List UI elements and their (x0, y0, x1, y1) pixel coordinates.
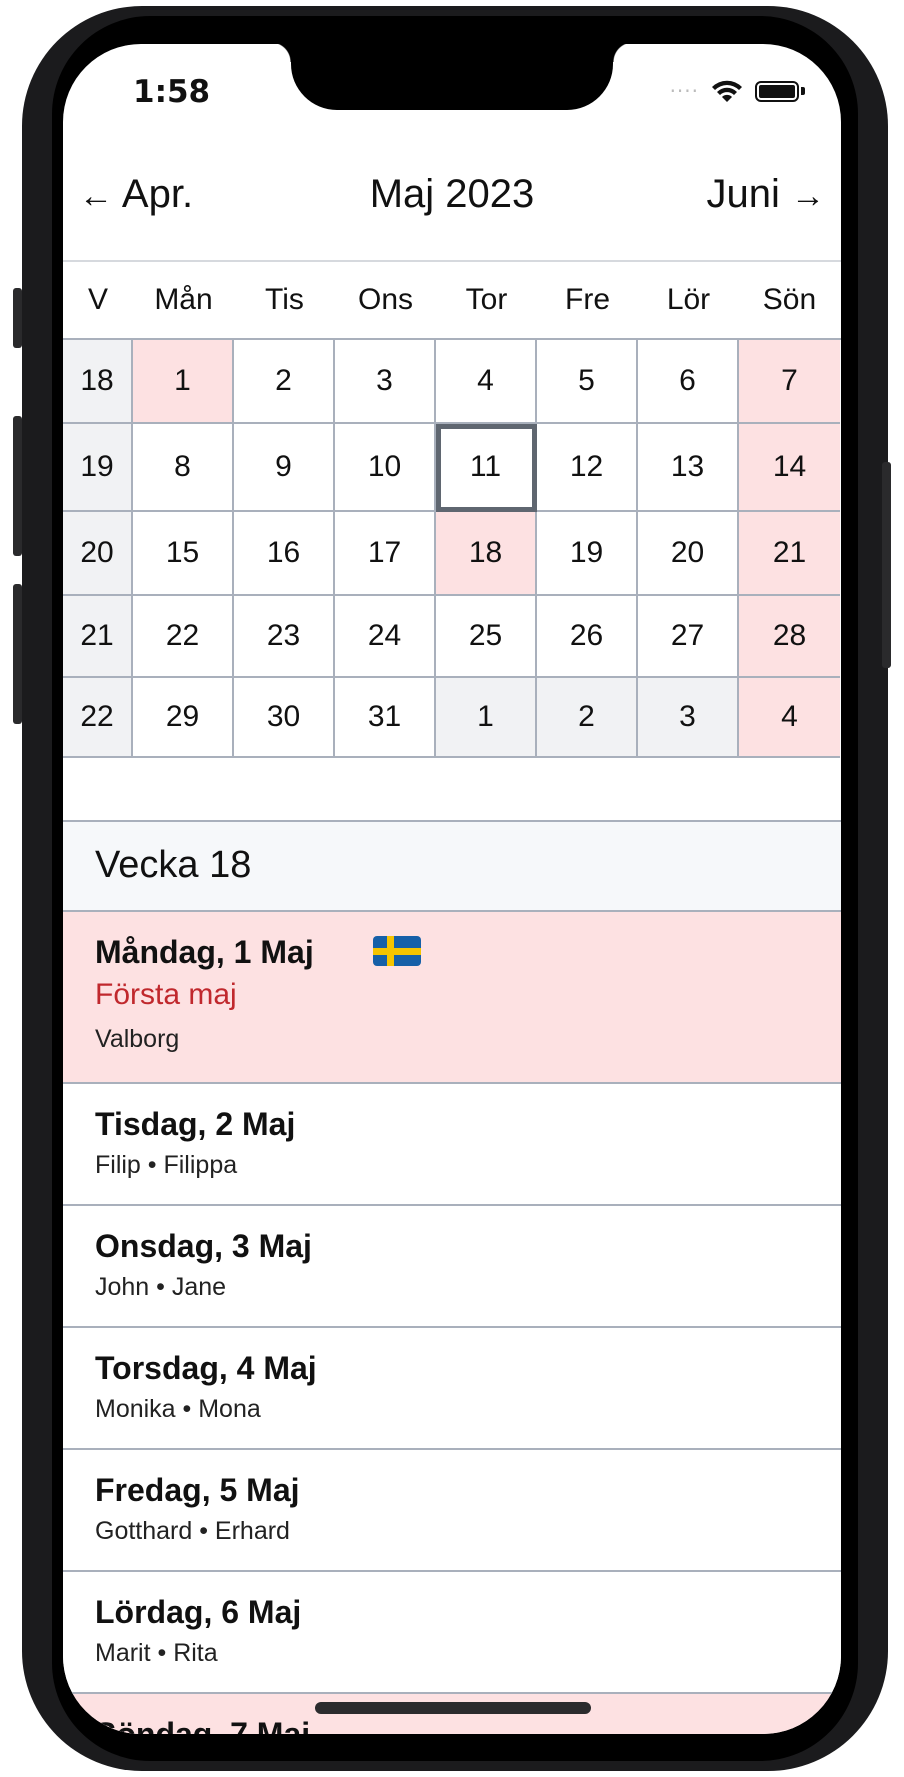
calendar-day-cell[interactable]: 23 (234, 596, 335, 678)
home-indicator[interactable] (315, 1702, 591, 1714)
calendar-week-row: 21 22 23 24 25 26 27 28 (63, 596, 841, 678)
week-number: 22 (63, 678, 133, 758)
week-number: 21 (63, 596, 133, 678)
calendar-day-cell[interactable]: 3 (335, 340, 436, 424)
calendar-day-cell[interactable]: 26 (537, 596, 638, 678)
calendar-day-cell-next-month[interactable]: 3 (638, 678, 739, 758)
week-section-header: Vecka 18 (63, 820, 841, 912)
calendar-day-cell[interactable]: 22 (133, 596, 234, 678)
day-title: Torsdag, 4 Maj (95, 1350, 317, 1386)
calendar-day-cell[interactable]: 4 (436, 340, 537, 424)
day-list: Måndag, 1 Maj Första maj Valborg Tisdag,… (63, 912, 841, 1734)
calendar-day-cell[interactable]: 28 (739, 596, 840, 678)
calendar-week-row: 19 8 9 10 11 12 13 14 (63, 424, 841, 512)
calendar-day-cell[interactable]: 14 (739, 424, 840, 512)
calendar-week-row: 20 15 16 17 18 19 20 21 (63, 512, 841, 596)
weekday-header: Ons (335, 262, 436, 338)
day-list-item[interactable]: Torsdag, 4 Maj Monika • Mona (63, 1328, 841, 1450)
holiday-name: Första maj (95, 978, 237, 1011)
calendar-day-cell-today[interactable]: 11 (436, 424, 537, 512)
status-icons: ···· (670, 78, 805, 104)
name-day: Marit • Rita (95, 1639, 218, 1667)
notch (271, 44, 633, 110)
calendar-day-cell[interactable]: 12 (537, 424, 638, 512)
status-time: 1:58 (133, 74, 211, 110)
day-list-item[interactable]: Lördag, 6 Maj Marit • Rita (63, 1572, 841, 1694)
calendar-body: 18 1 2 3 4 5 6 7 19 8 9 10 11 12 13 14 2… (63, 338, 841, 758)
weekday-header: Tor (436, 262, 537, 338)
calendar-day-cell[interactable]: 13 (638, 424, 739, 512)
calendar-day-cell-next-month[interactable]: 4 (739, 678, 840, 758)
name-day: John • Jane (95, 1273, 227, 1301)
mute-switch (13, 288, 22, 348)
calendar-grid: V Mån Tis Ons Tor Fre Lör Sön 18 1 2 3 4… (63, 262, 841, 758)
weekday-header: Tis (234, 262, 335, 338)
day-list-item[interactable]: Onsdag, 3 Maj John • Jane (63, 1206, 841, 1328)
calendar-day-cell[interactable]: 7 (739, 340, 840, 424)
name-day: Gotthard • Erhard (95, 1517, 290, 1545)
day-title: Onsdag, 3 Maj (95, 1228, 312, 1264)
calendar-day-cell-next-month[interactable]: 1 (436, 678, 537, 758)
name-day: Filip • Filippa (95, 1151, 238, 1179)
day-title: Söndag, 7 Maj (95, 1716, 311, 1734)
arrow-right-icon: → (791, 177, 825, 215)
calendar-day-cell[interactable]: 24 (335, 596, 436, 678)
calendar-day-cell[interactable]: 30 (234, 678, 335, 758)
week-number: 19 (63, 424, 133, 512)
weekday-header-row: V Mån Tis Ons Tor Fre Lör Sön (63, 262, 841, 338)
day-title: Fredag, 5 Maj (95, 1472, 300, 1508)
battery-icon (755, 80, 799, 102)
name-day: Monika • Mona (95, 1395, 261, 1423)
day-title: Måndag, 1 Maj (95, 934, 314, 970)
volume-up-button (13, 416, 22, 556)
screen: 1:58 ···· ← Apr. Maj 2023 Juni → V Mån T… (63, 44, 841, 1734)
week-number: 20 (63, 512, 133, 596)
calendar-day-cell[interactable]: 27 (638, 596, 739, 678)
month-header: ← Apr. Maj 2023 Juni → (63, 172, 841, 242)
weekday-header: V (63, 262, 133, 338)
calendar-day-cell[interactable]: 19 (537, 512, 638, 596)
calendar-day-cell[interactable]: 6 (638, 340, 739, 424)
week-number: 18 (63, 340, 133, 424)
calendar-day-cell[interactable]: 8 (133, 424, 234, 512)
weekday-header: Fre (537, 262, 638, 338)
calendar-day-cell[interactable]: 17 (335, 512, 436, 596)
calendar-day-cell[interactable]: 25 (436, 596, 537, 678)
calendar-day-cell[interactable]: 10 (335, 424, 436, 512)
week-title: Vecka 18 (95, 844, 252, 886)
day-list-item[interactable]: Söndag, 7 Maj (63, 1694, 841, 1734)
calendar-day-cell[interactable]: 21 (739, 512, 840, 596)
day-list-item[interactable]: Måndag, 1 Maj Första maj Valborg (63, 912, 841, 1084)
calendar-day-cell[interactable]: 9 (234, 424, 335, 512)
calendar-day-cell[interactable]: 5 (537, 340, 638, 424)
calendar-week-row: 22 29 30 31 1 2 3 4 (63, 678, 841, 758)
name-day: Valborg (95, 1025, 180, 1053)
weekday-header: Sön (739, 262, 840, 338)
calendar-day-cell[interactable]: 2 (234, 340, 335, 424)
weekday-header: Mån (133, 262, 234, 338)
day-title: Lördag, 6 Maj (95, 1594, 302, 1630)
calendar-day-cell[interactable]: 16 (234, 512, 335, 596)
day-list-item[interactable]: Fredag, 5 Maj Gotthard • Erhard (63, 1450, 841, 1572)
calendar-day-cell[interactable]: 1 (133, 340, 234, 424)
power-button (882, 462, 891, 668)
battery-tip (801, 87, 805, 95)
signal-icon: ···· (669, 79, 699, 103)
calendar-day-cell[interactable]: 20 (638, 512, 739, 596)
next-month-button[interactable]: Juni → (706, 172, 825, 217)
calendar-day-cell[interactable]: 29 (133, 678, 234, 758)
calendar-day-cell[interactable]: 15 (133, 512, 234, 596)
next-month-label: Juni (706, 172, 780, 216)
calendar-day-cell[interactable]: 18 (436, 512, 537, 596)
calendar-week-row: 18 1 2 3 4 5 6 7 (63, 340, 841, 424)
wifi-icon (712, 80, 742, 102)
calendar-day-cell[interactable]: 31 (335, 678, 436, 758)
calendar-day-cell-next-month[interactable]: 2 (537, 678, 638, 758)
weekday-header: Lör (638, 262, 739, 338)
swedish-flag-icon (373, 936, 421, 966)
volume-down-button (13, 584, 22, 724)
day-list-item[interactable]: Tisdag, 2 Maj Filip • Filippa (63, 1084, 841, 1206)
day-title: Tisdag, 2 Maj (95, 1106, 296, 1142)
